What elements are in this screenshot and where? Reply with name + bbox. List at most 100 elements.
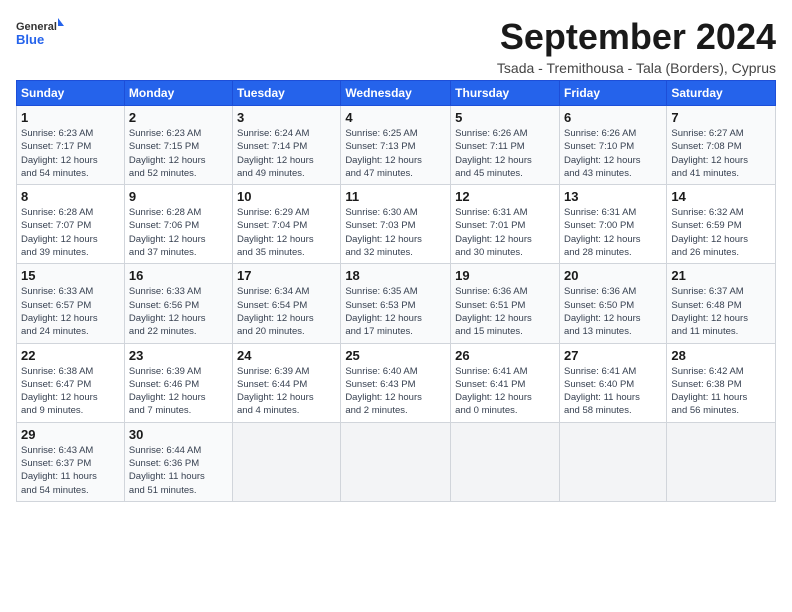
day-detail: Sunrise: 6:41 AMSunset: 6:40 PMDaylight:… — [564, 365, 662, 418]
day-detail: Sunrise: 6:31 AMSunset: 7:01 PMDaylight:… — [455, 206, 555, 259]
day-detail: Sunrise: 6:34 AMSunset: 6:54 PMDaylight:… — [237, 285, 336, 338]
calendar-day-cell: 9 Sunrise: 6:28 AMSunset: 7:06 PMDaylight… — [124, 185, 232, 264]
calendar-day-cell: 6 Sunrise: 6:26 AMSunset: 7:10 PMDaylight… — [559, 106, 666, 185]
day-detail: Sunrise: 6:26 AMSunset: 7:11 PMDaylight:… — [455, 127, 555, 180]
calendar-day-cell: 10Sunrise: 6:29 AMSunset: 7:04 PMDayligh… — [233, 185, 341, 264]
calendar-week-row: 29 Sunrise: 6:43 AMSunset: 6:37 PMDayligh… — [17, 422, 776, 501]
calendar-day-cell: 18 Sunrise: 6:35 AMSunset: 6:53 PMDayligh… — [341, 264, 451, 343]
day-detail: Sunrise: 6:44 AMSunset: 6:36 PMDaylight:… — [129, 444, 228, 497]
day-number: 27 — [564, 348, 662, 363]
day-number: 6 — [564, 110, 662, 125]
calendar-day-cell: 7 Sunrise: 6:27 AMSunset: 7:08 PMDaylight… — [667, 106, 776, 185]
page-header: General Blue September 2024 Tsada - Trem… — [16, 16, 776, 76]
day-detail: Sunrise: 6:42 AMSunset: 6:38 PMDaylight:… — [671, 365, 771, 418]
svg-text:Blue: Blue — [16, 32, 44, 47]
calendar-day-cell: 20 Sunrise: 6:36 AMSunset: 6:50 PMDayligh… — [559, 264, 666, 343]
day-number: 18 — [345, 268, 446, 283]
calendar-day-cell: 23 Sunrise: 6:39 AMSunset: 6:46 PMDayligh… — [124, 343, 232, 422]
day-detail: Sunrise: 6:29 AMSunset: 7:04 PMDaylight:… — [237, 206, 336, 259]
calendar-day-cell: 26 Sunrise: 6:41 AMSunset: 6:41 PMDayligh… — [451, 343, 560, 422]
day-number: 8 — [21, 189, 120, 204]
day-number: 9 — [129, 189, 228, 204]
calendar-week-row: 8 Sunrise: 6:28 AMSunset: 7:07 PMDaylight… — [17, 185, 776, 264]
calendar-day-cell: 29 Sunrise: 6:43 AMSunset: 6:37 PMDayligh… — [17, 422, 125, 501]
day-number: 5 — [455, 110, 555, 125]
day-number: 17 — [237, 268, 336, 283]
day-number: 24 — [237, 348, 336, 363]
logo-graphic: General Blue — [16, 16, 64, 52]
calendar-day-cell: 16Sunrise: 6:33 AMSunset: 6:56 PMDayligh… — [124, 264, 232, 343]
day-number: 2 — [129, 110, 228, 125]
day-number: 15 — [21, 268, 120, 283]
weekday-header: Sunday — [17, 81, 125, 106]
day-number: 22 — [21, 348, 120, 363]
calendar-day-cell: 8 Sunrise: 6:28 AMSunset: 7:07 PMDaylight… — [17, 185, 125, 264]
day-detail: Sunrise: 6:35 AMSunset: 6:53 PMDaylight:… — [345, 285, 446, 338]
day-detail: Sunrise: 6:25 AMSunset: 7:13 PMDaylight:… — [345, 127, 446, 180]
day-detail: Sunrise: 6:39 AMSunset: 6:44 PMDaylight:… — [237, 365, 336, 418]
calendar-day-cell: 11 Sunrise: 6:30 AMSunset: 7:03 PMDayligh… — [341, 185, 451, 264]
weekday-header-row: SundayMondayTuesdayWednesdayThursdayFrid… — [17, 81, 776, 106]
day-number: 25 — [345, 348, 446, 363]
calendar-day-cell: 19 Sunrise: 6:36 AMSunset: 6:51 PMDayligh… — [451, 264, 560, 343]
day-number: 26 — [455, 348, 555, 363]
day-detail: Sunrise: 6:37 AMSunset: 6:48 PMDaylight:… — [671, 285, 771, 338]
day-detail: Sunrise: 6:36 AMSunset: 6:50 PMDaylight:… — [564, 285, 662, 338]
day-detail: Sunrise: 6:23 AMSunset: 7:15 PMDaylight:… — [129, 127, 228, 180]
logo-container: General Blue — [16, 16, 64, 52]
day-number: 28 — [671, 348, 771, 363]
weekday-header: Monday — [124, 81, 232, 106]
day-number: 29 — [21, 427, 120, 442]
logo: General Blue — [16, 16, 64, 52]
day-detail: Sunrise: 6:27 AMSunset: 7:08 PMDaylight:… — [671, 127, 771, 180]
day-detail: Sunrise: 6:26 AMSunset: 7:10 PMDaylight:… — [564, 127, 662, 180]
day-detail: Sunrise: 6:36 AMSunset: 6:51 PMDaylight:… — [455, 285, 555, 338]
day-number: 3 — [237, 110, 336, 125]
day-number: 11 — [345, 189, 446, 204]
calendar-week-row: 1 Sunrise: 6:23 AMSunset: 7:17 PMDaylight… — [17, 106, 776, 185]
calendar-day-cell: 25 Sunrise: 6:40 AMSunset: 6:43 PMDayligh… — [341, 343, 451, 422]
day-number: 12 — [455, 189, 555, 204]
day-number: 7 — [671, 110, 771, 125]
day-number: 23 — [129, 348, 228, 363]
day-detail: Sunrise: 6:39 AMSunset: 6:46 PMDaylight:… — [129, 365, 228, 418]
calendar-day-cell — [233, 422, 341, 501]
calendar-day-cell: 13Sunrise: 6:31 AMSunset: 7:00 PMDayligh… — [559, 185, 666, 264]
calendar-day-cell — [341, 422, 451, 501]
calendar-day-cell: 1 Sunrise: 6:23 AMSunset: 7:17 PMDaylight… — [17, 106, 125, 185]
day-detail: Sunrise: 6:43 AMSunset: 6:37 PMDaylight:… — [21, 444, 120, 497]
day-number: 4 — [345, 110, 446, 125]
calendar-day-cell: 15Sunrise: 6:33 AMSunset: 6:57 PMDayligh… — [17, 264, 125, 343]
weekday-header: Friday — [559, 81, 666, 106]
day-detail: Sunrise: 6:28 AMSunset: 7:07 PMDaylight:… — [21, 206, 120, 259]
day-number: 16 — [129, 268, 228, 283]
calendar-day-cell: 12 Sunrise: 6:31 AMSunset: 7:01 PMDayligh… — [451, 185, 560, 264]
day-number: 30 — [129, 427, 228, 442]
location-subtitle: Tsada - Tremithousa - Tala (Borders), Cy… — [497, 60, 776, 76]
weekday-header: Wednesday — [341, 81, 451, 106]
title-block: September 2024 Tsada - Tremithousa - Tal… — [497, 16, 776, 76]
day-detail: Sunrise: 6:24 AMSunset: 7:14 PMDaylight:… — [237, 127, 336, 180]
calendar-day-cell: 30 Sunrise: 6:44 AMSunset: 6:36 PMDayligh… — [124, 422, 232, 501]
calendar-week-row: 15Sunrise: 6:33 AMSunset: 6:57 PMDayligh… — [17, 264, 776, 343]
calendar-day-cell — [559, 422, 666, 501]
calendar-week-row: 22Sunrise: 6:38 AMSunset: 6:47 PMDayligh… — [17, 343, 776, 422]
day-detail: Sunrise: 6:41 AMSunset: 6:41 PMDaylight:… — [455, 365, 555, 418]
day-number: 1 — [21, 110, 120, 125]
calendar-day-cell — [451, 422, 560, 501]
calendar-day-cell: 4 Sunrise: 6:25 AMSunset: 7:13 PMDaylight… — [341, 106, 451, 185]
weekday-header: Saturday — [667, 81, 776, 106]
day-number: 20 — [564, 268, 662, 283]
day-detail: Sunrise: 6:30 AMSunset: 7:03 PMDaylight:… — [345, 206, 446, 259]
day-number: 19 — [455, 268, 555, 283]
day-detail: Sunrise: 6:40 AMSunset: 6:43 PMDaylight:… — [345, 365, 446, 418]
day-detail: Sunrise: 6:28 AMSunset: 7:06 PMDaylight:… — [129, 206, 228, 259]
day-detail: Sunrise: 6:31 AMSunset: 7:00 PMDaylight:… — [564, 206, 662, 259]
calendar-day-cell: 2 Sunrise: 6:23 AMSunset: 7:15 PMDaylight… — [124, 106, 232, 185]
calendar-day-cell: 17 Sunrise: 6:34 AMSunset: 6:54 PMDayligh… — [233, 264, 341, 343]
calendar-day-cell: 3 Sunrise: 6:24 AMSunset: 7:14 PMDaylight… — [233, 106, 341, 185]
calendar-day-cell: 21Sunrise: 6:37 AMSunset: 6:48 PMDayligh… — [667, 264, 776, 343]
day-detail: Sunrise: 6:32 AMSunset: 6:59 PMDaylight:… — [671, 206, 771, 259]
day-detail: Sunrise: 6:23 AMSunset: 7:17 PMDaylight:… — [21, 127, 120, 180]
logo-svg: General Blue — [16, 16, 64, 52]
